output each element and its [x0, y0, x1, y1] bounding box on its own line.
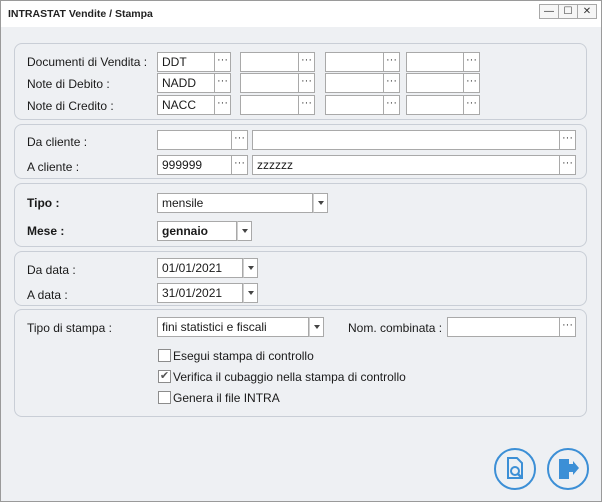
da-cliente-code-field[interactable] [157, 130, 232, 150]
chevron-down-icon [317, 201, 324, 205]
window-controls: — ☐ ✕ [539, 4, 597, 19]
documenti-vendita-field-2[interactable] [240, 52, 299, 72]
a-data-dropdown-button[interactable] [243, 283, 258, 303]
a-cliente-code-field[interactable]: 999999 [157, 155, 232, 175]
verifica-cubaggio-label[interactable]: Verifica il cubaggio nella stampa di con… [173, 370, 406, 384]
note-debito-field-4[interactable] [406, 73, 464, 93]
note-credito-field-3[interactable] [325, 95, 384, 115]
documents-panel: Documenti di Vendita : DDT ··· ··· ··· ·… [14, 43, 587, 120]
a-cliente-name-lookup[interactable]: ··· [560, 155, 576, 175]
chevron-down-icon [241, 229, 248, 233]
note-credito-field-2[interactable] [240, 95, 299, 115]
nom-combinata-field[interactable] [447, 317, 560, 337]
note-debito-field-1[interactable]: NADD [157, 73, 215, 93]
minimize-button[interactable]: — [539, 4, 559, 19]
label-da-data: Da data : [27, 263, 76, 277]
note-debito-lookup-4[interactable]: ··· [464, 73, 480, 93]
note-debito-field-2[interactable] [240, 73, 299, 93]
chevron-down-icon [313, 325, 320, 329]
exit-button[interactable] [547, 448, 589, 490]
note-credito-lookup-4[interactable]: ··· [464, 95, 480, 115]
exit-icon [559, 459, 579, 479]
clients-panel: Da cliente : ··· ··· A cliente : 999999 … [14, 124, 587, 179]
label-da-cliente: Da cliente : [27, 135, 88, 149]
tipo-dropdown-button[interactable] [313, 193, 328, 213]
label-note-debito: Note di Debito : [27, 77, 110, 91]
close-button[interactable]: ✕ [577, 4, 597, 19]
label-tipo: Tipo : [27, 196, 60, 210]
period-panel: Tipo : mensile Mese : gennaio [14, 183, 587, 247]
dates-panel: Da data : 01/01/2021 A data : 31/01/2021 [14, 251, 587, 306]
documenti-vendita-lookup-4[interactable]: ··· [464, 52, 480, 72]
maximize-button[interactable]: ☐ [558, 4, 578, 19]
genera-file-checkbox[interactable] [158, 391, 171, 404]
da-data-field[interactable]: 01/01/2021 [157, 258, 243, 278]
label-nom-combinata: Nom. combinata : [348, 321, 443, 335]
documenti-vendita-lookup-2[interactable]: ··· [299, 52, 315, 72]
nom-combinata-lookup[interactable]: ··· [560, 317, 576, 337]
note-credito-lookup-3[interactable]: ··· [384, 95, 400, 115]
note-credito-field-1[interactable]: NACC [157, 95, 215, 115]
documenti-vendita-field-3[interactable] [325, 52, 384, 72]
print-preview-button[interactable] [494, 448, 536, 490]
documenti-vendita-lookup-1[interactable]: ··· [215, 52, 231, 72]
chevron-down-icon [247, 291, 254, 295]
genera-file-label[interactable]: Genera il file INTRA [173, 391, 280, 405]
label-a-data: A data : [27, 288, 68, 302]
note-credito-lookup-2[interactable]: ··· [299, 95, 315, 115]
tipo-stampa-dropdown-button[interactable] [309, 317, 324, 337]
intrastat-window: INTRASTAT Vendite / Stampa — ☐ ✕ Documen… [0, 0, 602, 502]
da-cliente-name-field[interactable] [252, 130, 560, 150]
a-cliente-code-lookup[interactable]: ··· [232, 155, 248, 175]
window-title: INTRASTAT Vendite / Stampa [8, 8, 153, 20]
da-data-dropdown-button[interactable] [243, 258, 258, 278]
note-debito-field-3[interactable] [325, 73, 384, 93]
note-debito-lookup-2[interactable]: ··· [299, 73, 315, 93]
note-debito-lookup-3[interactable]: ··· [384, 73, 400, 93]
tipo-select[interactable]: mensile [157, 193, 313, 213]
documenti-vendita-lookup-3[interactable]: ··· [384, 52, 400, 72]
note-credito-field-4[interactable] [406, 95, 464, 115]
da-cliente-name-lookup[interactable]: ··· [560, 130, 576, 150]
documenti-vendita-field-1[interactable]: DDT [157, 52, 215, 72]
mese-dropdown-button[interactable] [237, 221, 252, 241]
label-note-credito: Note di Credito : [27, 99, 114, 113]
mese-select[interactable]: gennaio [157, 221, 237, 241]
label-documenti-vendita: Documenti di Vendita : [27, 55, 148, 69]
label-tipo-stampa: Tipo di stampa : [27, 321, 112, 335]
title-bar: INTRASTAT Vendite / Stampa — ☐ ✕ [1, 1, 601, 27]
esegui-stampa-label[interactable]: Esegui stampa di controllo [173, 349, 314, 363]
verifica-cubaggio-checkbox[interactable]: ✔ [158, 370, 171, 383]
tipo-stampa-select[interactable]: fini statistici e fiscali [157, 317, 309, 337]
note-debito-lookup-1[interactable]: ··· [215, 73, 231, 93]
a-cliente-name-field[interactable]: zzzzzz [252, 155, 560, 175]
note-credito-lookup-1[interactable]: ··· [215, 95, 231, 115]
chevron-down-icon [247, 266, 254, 270]
print-preview-icon [507, 457, 523, 479]
esegui-stampa-checkbox[interactable] [158, 349, 171, 362]
print-panel: Tipo di stampa : fini statistici e fisca… [14, 309, 587, 417]
a-data-field[interactable]: 31/01/2021 [157, 283, 243, 303]
documenti-vendita-field-4[interactable] [406, 52, 464, 72]
label-a-cliente: A cliente : [27, 160, 80, 174]
label-mese: Mese : [27, 224, 65, 238]
da-cliente-code-lookup[interactable]: ··· [232, 130, 248, 150]
